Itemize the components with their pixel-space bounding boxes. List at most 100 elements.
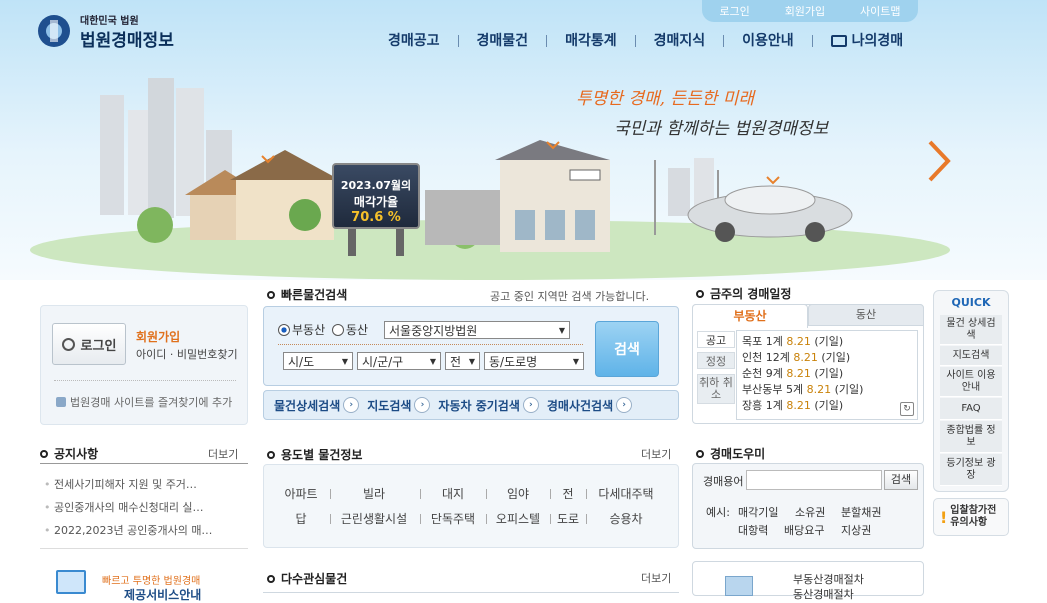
util-join-link[interactable]: 회원가입 xyxy=(785,3,825,19)
sido-select[interactable]: 시/도 ▼ xyxy=(283,352,353,370)
term-link[interactable]: 배당요구 xyxy=(784,522,824,538)
court-select[interactable]: 서울중앙지방법원 ▼ xyxy=(384,321,570,339)
usage-multiplex[interactable]: 다세대주택 xyxy=(590,485,662,502)
quick-faq[interactable]: FAQ xyxy=(940,398,1002,420)
schedule-date: 8.21 xyxy=(793,351,818,364)
popular-title: 다수관심물건 xyxy=(267,570,347,587)
chevron-down-icon: ▼ xyxy=(341,356,348,366)
term-link[interactable]: 소유권 xyxy=(795,504,825,520)
usage-land[interactable]: 대지 xyxy=(424,485,482,502)
join-link[interactable]: 회원가입 xyxy=(136,328,180,345)
usage-car[interactable]: 승용차 xyxy=(590,510,662,527)
vehicle-search-link[interactable]: 자동차 중기검색 › xyxy=(438,397,539,414)
quick-usage-guide[interactable]: 사이트 이용안내 xyxy=(940,367,1002,397)
nav-sale-stats[interactable]: 매각통계 xyxy=(546,34,635,48)
bullet-icon xyxy=(267,450,275,459)
nav-auction-notice[interactable]: 경매공고 xyxy=(388,34,458,48)
search-button[interactable]: 검색 xyxy=(595,321,659,377)
usage-more-link[interactable]: 더보기 xyxy=(641,446,671,462)
quick-law-info[interactable]: 종합법률 정보 xyxy=(940,421,1002,453)
sido-select-value: 시/도 xyxy=(288,354,315,369)
usage-neighborhood[interactable]: 근린생활시설 xyxy=(334,510,414,527)
nav-my-auction[interactable]: 나의경매 xyxy=(811,34,922,48)
chevron-right-icon: › xyxy=(522,397,539,413)
chevron-down-icon: ▼ xyxy=(572,356,579,366)
find-account-link[interactable]: 아이디 · 비밀번호찾기 xyxy=(136,346,238,362)
nav-usage-guide[interactable]: 이용안내 xyxy=(723,34,812,48)
usage-road[interactable]: 도로 xyxy=(554,510,582,527)
list-item[interactable]: 2022,2023년 공인중개사의 매… xyxy=(44,522,244,538)
usage-paddy[interactable]: 답 xyxy=(276,510,326,527)
site-logo[interactable]: 대한민국 법원 법원경매정보 xyxy=(34,10,194,52)
util-sitemap-link[interactable]: 사이트맵 xyxy=(860,3,900,19)
detail-search-link[interactable]: 물건상세검색 › xyxy=(274,397,360,414)
jeon-select[interactable]: 전 ▼ xyxy=(445,352,480,370)
bullet-icon xyxy=(40,449,48,458)
quick-search-note: 공고 중인 지역만 검색 가능합니다. xyxy=(490,290,650,303)
usage-forest[interactable]: 임야 xyxy=(490,485,546,502)
billboard-label: 매각가율 xyxy=(353,195,399,209)
util-login-link[interactable]: 로그인 xyxy=(719,3,749,19)
dong-select[interactable]: 동/도로명 ▼ xyxy=(484,352,584,370)
nav-auction-items[interactable]: 경매물건 xyxy=(457,34,547,48)
hero-slogan-1: 투명한 경매, 든든한 미래 xyxy=(576,89,755,109)
list-item[interactable]: 인천 12계 8.21 (기일) xyxy=(742,350,912,366)
list-item[interactable]: 전세사기피해자 지원 및 주거… xyxy=(44,476,244,492)
term-link[interactable]: 분할채권 xyxy=(841,504,881,520)
term-search-button[interactable]: 검색 xyxy=(884,470,918,490)
quick-detail-search[interactable]: 물건 상세검색 xyxy=(940,315,1002,345)
usage-apartment[interactable]: 아파트 xyxy=(276,485,326,502)
popular-more-link[interactable]: 더보기 xyxy=(641,570,671,586)
case-search-link[interactable]: 경매사건검색 › xyxy=(547,397,633,414)
next-arrow-icon[interactable] xyxy=(924,138,954,184)
login-button[interactable]: 로그인 xyxy=(52,323,126,365)
court-emblem-icon xyxy=(38,15,70,47)
list-item[interactable]: 공인중개사의 매수신청대리 실… xyxy=(44,499,244,515)
usage-detached[interactable]: 단독주택 xyxy=(424,510,482,527)
list-item[interactable]: 부산동부 5계 8.21 (기일) xyxy=(742,382,912,398)
usage-officetel[interactable]: 오피스텔 xyxy=(490,510,546,527)
usage-villa[interactable]: 빌라 xyxy=(334,485,414,502)
service-guide-banner[interactable]: 빠르고 투명한 법원경매 제공서비스안내 xyxy=(40,562,248,602)
type-correction[interactable]: 정정 xyxy=(697,352,735,369)
tab-movable[interactable]: 동산 xyxy=(808,304,924,326)
bid-notice-label: 입찰참가전 유의사항 xyxy=(950,505,997,528)
type-notice[interactable]: 공고 xyxy=(697,331,735,348)
type-withdraw[interactable]: 취하 취소 xyxy=(697,374,735,404)
add-favorite-link[interactable]: 법원경매 사이트를 즐겨찾기에 추가 xyxy=(56,394,232,410)
sigungu-select[interactable]: 시/군/구 ▼ xyxy=(357,352,441,370)
detail-search-label: 물건상세검색 xyxy=(274,398,341,413)
radio-realestate[interactable]: 부동산 xyxy=(278,321,325,338)
tab-realestate[interactable]: 부동산 xyxy=(692,304,808,328)
refresh-icon[interactable]: ↻ xyxy=(900,402,914,416)
vehicle-search-label: 자동차 중기검색 xyxy=(438,398,520,413)
notice-bottom-line xyxy=(40,548,248,549)
list-item[interactable]: 장흥 1계 8.21 (기일) xyxy=(742,398,912,414)
login-divider xyxy=(54,380,236,381)
term-label: 경매용어 xyxy=(703,475,744,488)
utility-bar: 로그인 회원가입 사이트맵 xyxy=(702,0,918,22)
nav-auction-knowledge[interactable]: 경매지식 xyxy=(634,34,724,48)
usage-field[interactable]: 전 xyxy=(554,485,582,502)
term-input[interactable] xyxy=(746,470,882,490)
sigungu-select-value: 시/군/구 xyxy=(362,354,404,369)
notice-more-link[interactable]: 더보기 xyxy=(208,446,238,462)
example-label: 예시: xyxy=(706,506,730,519)
map-search-link[interactable]: 지도검색 › xyxy=(367,397,431,414)
term-link[interactable]: 대항력 xyxy=(738,522,768,538)
bid-notice-link[interactable]: ! 입찰참가전 유의사항 xyxy=(933,498,1009,536)
banner-small-text: 빠르고 투명한 법원경매 xyxy=(102,576,201,587)
logo-title: 법원경매정보 xyxy=(80,31,174,51)
term-link[interactable]: 지상권 xyxy=(841,522,871,538)
term-link[interactable]: 매각기일 xyxy=(738,504,778,520)
list-item[interactable]: 목포 1계 8.21 (기일) xyxy=(742,334,912,350)
quick-registry[interactable]: 등기정보 광장 xyxy=(940,454,1002,486)
radio-movable[interactable]: 동산 xyxy=(332,321,368,338)
separator xyxy=(586,514,587,524)
list-item[interactable]: 순천 9계 8.21 (기일) xyxy=(742,366,912,382)
quick-map-search[interactable]: 지도검색 xyxy=(940,346,1002,366)
procedure-link-realestate[interactable]: 부동산경매절차 xyxy=(793,571,864,587)
radio-unchecked-icon xyxy=(332,323,344,336)
procedure-link-movable[interactable]: 동산경매절차 xyxy=(793,586,854,602)
separator xyxy=(486,489,487,499)
